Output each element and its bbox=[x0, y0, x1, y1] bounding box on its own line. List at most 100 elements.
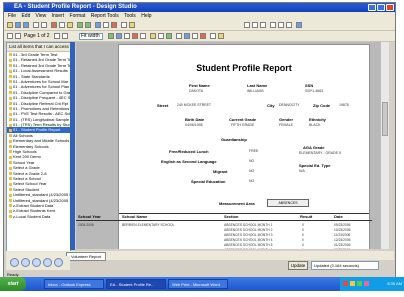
forward-icon[interactable] bbox=[21, 258, 30, 267]
report-icon bbox=[9, 64, 12, 68]
sum-icon[interactable] bbox=[150, 33, 156, 39]
scrollbar-thumb[interactable] bbox=[382, 102, 388, 136]
report-icon bbox=[9, 166, 12, 170]
menu-help[interactable]: Help bbox=[141, 13, 151, 19]
filter-icon[interactable] bbox=[116, 33, 122, 39]
table-cell: 02/23/2006 bbox=[334, 248, 351, 249]
report-scrollbar[interactable] bbox=[380, 42, 389, 249]
new-icon[interactable] bbox=[7, 22, 13, 28]
chart-icon[interactable] bbox=[108, 33, 114, 39]
next-page-icon[interactable] bbox=[54, 33, 60, 39]
home-icon[interactable] bbox=[32, 258, 41, 267]
antivirus-icon[interactable] bbox=[343, 281, 348, 286]
pivot-icon[interactable] bbox=[166, 33, 172, 39]
network-icon[interactable] bbox=[350, 281, 355, 286]
sort-icon[interactable] bbox=[124, 33, 130, 39]
history-icon[interactable] bbox=[43, 258, 52, 267]
menu-file[interactable]: File bbox=[8, 13, 16, 19]
first-page-icon[interactable] bbox=[7, 33, 13, 39]
messenger-icon[interactable] bbox=[364, 281, 369, 286]
special-ed-label: Special Education bbox=[191, 179, 226, 184]
underline-icon[interactable] bbox=[260, 22, 266, 28]
table-cell: 10/23/2006 bbox=[334, 228, 351, 232]
street-label: Street bbox=[157, 103, 169, 108]
menu-edit[interactable]: Edit bbox=[21, 13, 30, 19]
redo-icon[interactable] bbox=[85, 22, 91, 28]
zoom-select[interactable]: Fit width bbox=[79, 33, 103, 40]
back-icon[interactable] bbox=[10, 258, 19, 267]
special-ed-type-value: N/A bbox=[299, 169, 305, 173]
migrant-label: Migrant bbox=[213, 169, 228, 174]
minimize-button[interactable] bbox=[368, 4, 376, 11]
panel-splitter[interactable] bbox=[70, 42, 75, 250]
group-icon[interactable] bbox=[132, 33, 138, 39]
item-list-panel: List all items that I can access 01 - 3r… bbox=[6, 42, 71, 252]
list-item-label: Kent 200 Demo bbox=[13, 154, 41, 160]
free-lunch-value: FREE bbox=[249, 149, 259, 153]
highlight-icon[interactable] bbox=[200, 33, 206, 39]
report-icon bbox=[9, 80, 12, 84]
street-value: 240 MCKEE STREET bbox=[177, 103, 212, 107]
menu-format[interactable]: Format bbox=[70, 13, 86, 19]
align-center-icon[interactable] bbox=[278, 22, 284, 28]
table-cell: 01/23/2006 bbox=[334, 243, 351, 247]
refresh-icon[interactable] bbox=[95, 22, 101, 28]
measurement-area-value[interactable]: ABSENCES bbox=[267, 199, 309, 207]
drill-icon[interactable] bbox=[192, 33, 198, 39]
options-icon[interactable] bbox=[218, 33, 224, 39]
last-page-icon[interactable] bbox=[62, 33, 68, 39]
undo-icon[interactable] bbox=[77, 22, 83, 28]
prev-page-icon[interactable] bbox=[15, 33, 21, 39]
maximize-button[interactable] bbox=[377, 4, 385, 11]
menu-view[interactable]: View bbox=[35, 13, 46, 19]
cut-icon[interactable] bbox=[51, 22, 57, 28]
outline-icon[interactable] bbox=[184, 33, 190, 39]
paste-icon[interactable] bbox=[67, 22, 73, 28]
stop-icon[interactable] bbox=[111, 22, 117, 28]
align-left-icon[interactable] bbox=[270, 22, 276, 28]
menu-tools[interactable]: Tools bbox=[124, 13, 136, 19]
table-icon[interactable] bbox=[140, 33, 146, 39]
favorites-icon[interactable] bbox=[54, 258, 63, 267]
menu-report-tools[interactable]: Report Tools bbox=[91, 13, 119, 19]
export-icon[interactable] bbox=[121, 22, 127, 28]
open-icon[interactable] bbox=[15, 22, 21, 28]
copy-icon[interactable] bbox=[59, 22, 65, 28]
task-student-profile[interactable]: EA - Student Profile Re... bbox=[106, 279, 166, 289]
align-right-icon[interactable] bbox=[286, 22, 292, 28]
tab-volunteer-report[interactable]: Volunteer Report bbox=[66, 252, 107, 261]
bold-icon[interactable] bbox=[244, 22, 250, 28]
start-button[interactable]: start bbox=[0, 277, 26, 291]
list-item[interactable]: z-Local Student Data bbox=[7, 214, 70, 219]
list-item-label: 01 - (TRS) Term Results by Studen bbox=[13, 122, 70, 128]
formula-icon[interactable] bbox=[158, 33, 164, 39]
item-list-header[interactable]: List all items that I can access bbox=[7, 43, 70, 52]
grid-icon[interactable] bbox=[176, 33, 182, 39]
ssn-value: 000*1-4663 bbox=[305, 89, 324, 93]
list-item-label: Select Student bbox=[13, 186, 40, 192]
list-item-label: Select School Year bbox=[13, 181, 47, 187]
update-button[interactable]: Update bbox=[288, 261, 308, 270]
navigation-buttons bbox=[6, 256, 70, 270]
task-inbox[interactable]: Inbox - Outlook Express bbox=[44, 279, 104, 289]
find-icon[interactable] bbox=[103, 22, 109, 28]
system-tray: 8:35 AM bbox=[340, 277, 404, 291]
report-icon bbox=[9, 193, 12, 197]
folder-icon[interactable] bbox=[129, 22, 135, 28]
properties-icon[interactable] bbox=[210, 33, 216, 39]
list-item-label: All Schools bbox=[13, 132, 33, 138]
report-icon bbox=[9, 172, 12, 176]
task-web-print[interactable]: Web Print - Microsoft Word bbox=[168, 279, 228, 289]
update-status: Updated (0.164 seconds) bbox=[311, 261, 379, 270]
save-icon[interactable] bbox=[23, 22, 29, 28]
format-icon[interactable] bbox=[296, 22, 302, 28]
italic-icon[interactable] bbox=[252, 22, 258, 28]
gender-label: Gender bbox=[279, 117, 294, 122]
close-button[interactable] bbox=[386, 4, 394, 11]
menu-insert[interactable]: Insert bbox=[52, 13, 65, 19]
preview-icon[interactable] bbox=[41, 22, 47, 28]
list-item-label: z-Local Student Data bbox=[13, 213, 51, 219]
print-icon[interactable] bbox=[33, 22, 39, 28]
volume-icon[interactable] bbox=[357, 281, 362, 286]
list-item-label: Unfiltered_standard (4/23/2005 5: bbox=[13, 192, 70, 198]
